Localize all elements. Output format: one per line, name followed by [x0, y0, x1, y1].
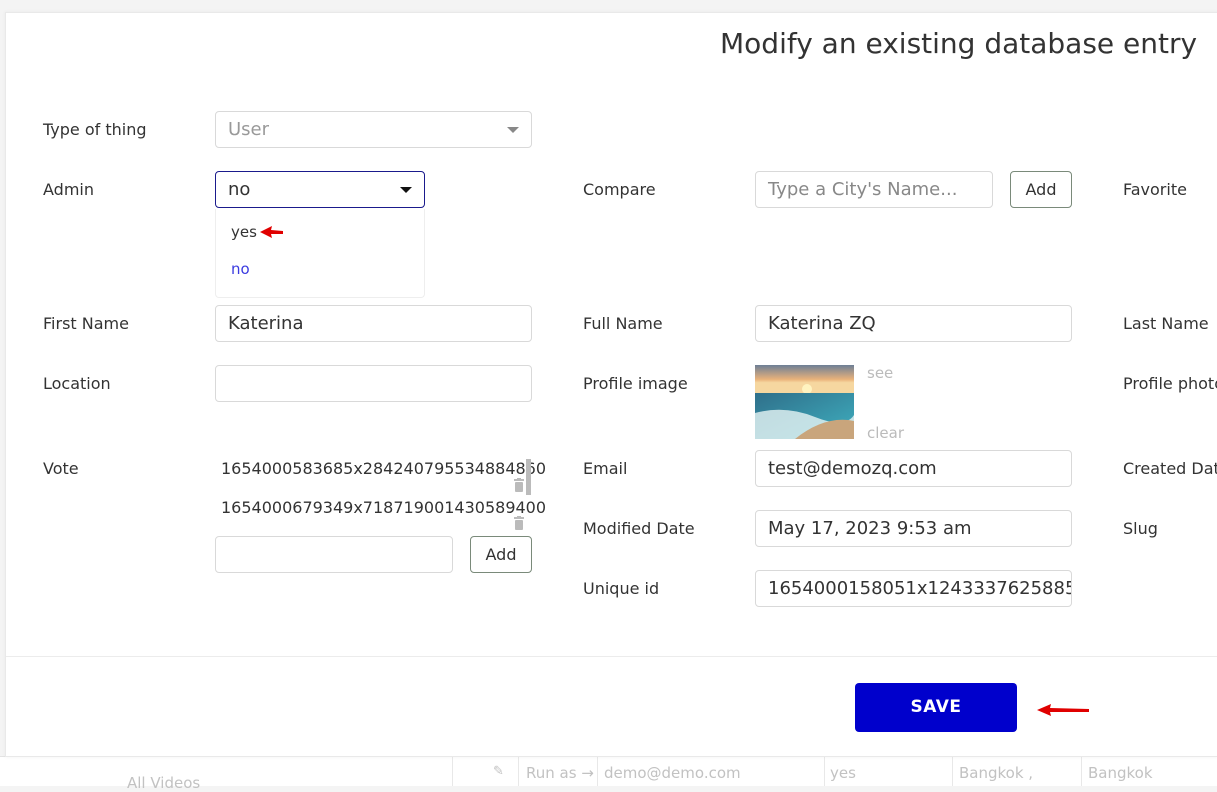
modified-date-label: Modified Date [583, 519, 695, 538]
type-of-thing-label: Type of thing [43, 120, 147, 139]
background-left-text: All Videos [127, 774, 201, 792]
first-name-label: First Name [43, 314, 129, 333]
email-input[interactable]: test@demozq.com [755, 450, 1072, 487]
type-of-thing-select[interactable]: User [215, 111, 532, 148]
background-admin: yes [830, 764, 856, 782]
full-name-label: Full Name [583, 314, 663, 333]
admin-option-no[interactable]: no [231, 260, 250, 278]
admin-option-yes[interactable]: yes [231, 223, 257, 241]
background-table-row: All Videos ✎ Run as → demo@demo.com yes … [0, 756, 1217, 792]
type-of-thing-value: User [228, 119, 270, 140]
footer-divider [6, 656, 1217, 657]
unique-id-input[interactable]: 1654000158051x1243337625885658 [755, 570, 1072, 607]
admin-dropdown-menu: yes no [215, 209, 425, 298]
admin-select[interactable]: no [215, 171, 425, 208]
vote-item: 1654000583685x284240795534884860 [221, 459, 547, 478]
modified-date-input[interactable]: May 17, 2023 9:53 am [755, 510, 1072, 547]
edit-entry-modal: Modify an existing database entry Type o… [5, 12, 1217, 757]
save-button[interactable]: SAVE [855, 683, 1017, 732]
background-city-2: Bangkok [1088, 764, 1153, 782]
unique-id-label: Unique id [583, 579, 660, 598]
chevron-down-icon [400, 187, 412, 193]
admin-label: Admin [43, 180, 94, 199]
location-label: Location [43, 374, 111, 393]
compare-city-input[interactable]: Type a City's Name... [755, 171, 993, 208]
location-input[interactable] [215, 365, 532, 402]
annotation-arrow-icon [1037, 704, 1089, 716]
profile-image-clear-link[interactable]: clear [867, 424, 904, 442]
annotation-arrow-icon [260, 226, 283, 238]
slug-label: Slug [1123, 519, 1158, 538]
profile-image-thumbnail[interactable] [755, 365, 854, 439]
edit-icon: ✎ [493, 764, 504, 779]
vote-new-input[interactable] [215, 536, 453, 573]
full-name-input[interactable]: Katerina ZQ [755, 305, 1072, 342]
created-date-label: Created Date [1123, 459, 1217, 478]
compare-add-button[interactable]: Add [1010, 171, 1072, 208]
vote-label: Vote [43, 459, 79, 478]
favorite-label: Favorite [1123, 180, 1187, 199]
chevron-down-icon [507, 127, 519, 133]
profile-image-see-link[interactable]: see [867, 364, 893, 382]
vote-add-button[interactable]: Add [470, 536, 532, 573]
run-as-label: Run as → [526, 764, 594, 782]
vote-list-scrollbar[interactable] [526, 459, 531, 495]
vote-item: 1654000679349x718719001430589400 [221, 498, 547, 517]
background-city-1: Bangkok , [959, 764, 1034, 782]
profile-image-label: Profile image [583, 374, 688, 393]
admin-value: no [228, 179, 251, 200]
compare-label: Compare [583, 180, 656, 199]
trash-icon[interactable] [513, 516, 525, 530]
trash-icon[interactable] [513, 478, 525, 492]
profile-photo-label: Profile photo [1123, 374, 1217, 393]
email-label: Email [583, 459, 628, 478]
first-name-input[interactable]: Katerina [215, 305, 532, 342]
background-email: demo@demo.com [604, 764, 741, 782]
last-name-label: Last Name [1123, 314, 1209, 333]
modal-title: Modify an existing database entry [720, 27, 1198, 60]
